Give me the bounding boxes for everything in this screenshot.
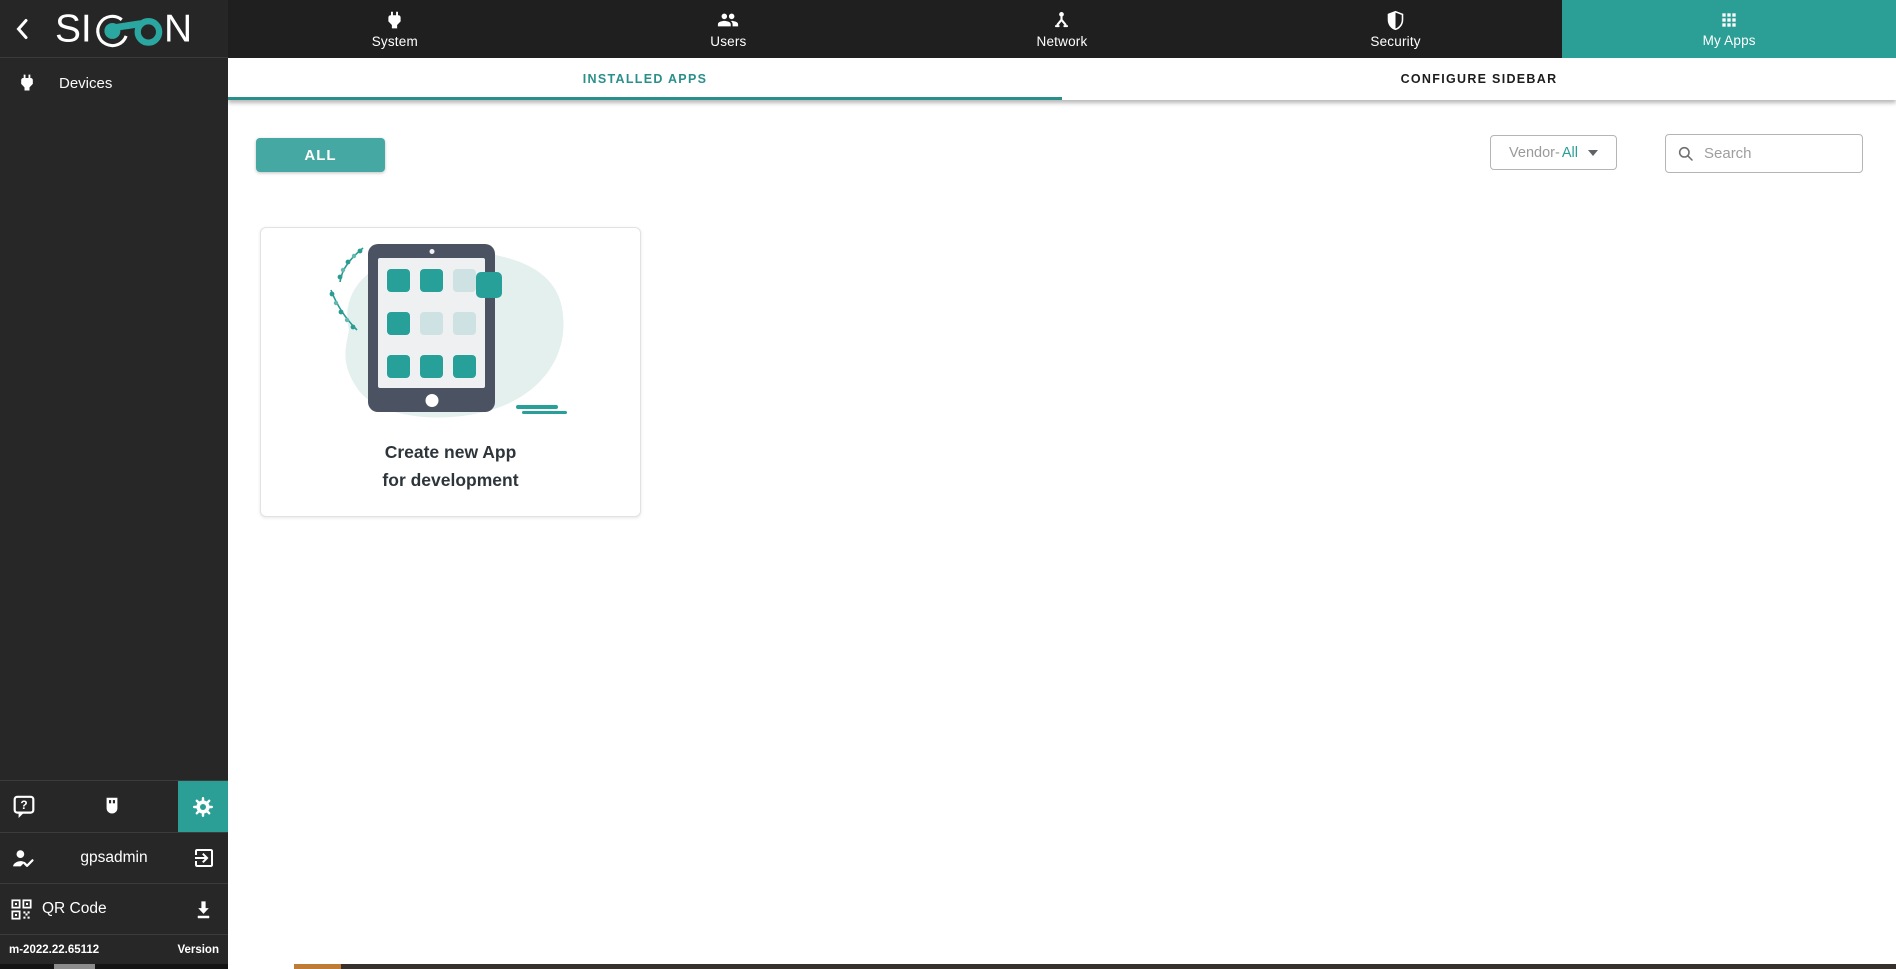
search-box — [1665, 134, 1863, 173]
vendor-prefix-label: Vendor- — [1509, 145, 1560, 161]
user-account-row: gpsadmin — [0, 832, 228, 883]
logo-area: SI N — [0, 0, 228, 58]
network-nodes-icon — [1051, 10, 1072, 31]
logo-ring — [138, 21, 159, 42]
tab-system[interactable]: System — [228, 0, 562, 58]
sicon-logo: SI N — [40, 7, 228, 51]
branch-decoration — [327, 246, 373, 342]
version-row: m-2022.22.65112 Version — [0, 934, 228, 964]
tab-security[interactable]: Security — [1229, 0, 1563, 58]
tablet-screen — [378, 258, 485, 388]
bottom-strip-dark — [341, 964, 1896, 969]
app-square — [453, 355, 476, 378]
sidebar: Devices ? — [0, 58, 228, 964]
tablet-camera-dot — [429, 249, 434, 254]
back-button[interactable] — [6, 10, 40, 48]
app-square — [387, 355, 410, 378]
app-square — [420, 355, 443, 378]
tab-configure-sidebar[interactable]: CONFIGURE SIDEBAR — [1062, 58, 1896, 100]
filter-all-button[interactable]: ALL — [256, 138, 385, 172]
usb-device-button[interactable] — [99, 794, 125, 820]
card-title-line2: for development — [261, 466, 640, 494]
settings-button[interactable] — [178, 781, 228, 833]
tab-installed-apps[interactable]: INSTALLED APPS — [228, 58, 1062, 100]
back-chevron-icon — [11, 16, 35, 42]
tab-label: Security — [1370, 34, 1420, 49]
app-square — [420, 269, 443, 292]
qr-code-icon — [9, 897, 34, 922]
sidebar-item-label: Devices — [59, 75, 112, 92]
tablet-home-button — [425, 394, 438, 407]
footer-icons-row: ? — [0, 780, 228, 832]
apps-grid-icon — [1719, 10, 1739, 30]
sidebar-scrollbar-track — [0, 964, 228, 969]
qr-code-row[interactable]: QR Code — [0, 883, 228, 934]
logout-icon[interactable] — [192, 846, 216, 870]
sidebar-footer: ? — [0, 780, 228, 964]
app-square — [420, 312, 443, 335]
card-title: Create new App for development — [261, 438, 640, 494]
app-square — [387, 312, 410, 335]
floating-app-square — [476, 272, 502, 298]
nav-tabs: System Users Network — [228, 0, 1896, 58]
bottom-strip-orange — [294, 964, 341, 969]
tab-label: Network — [1037, 34, 1088, 49]
sidebar-scrollbar-thumb[interactable] — [54, 964, 95, 969]
ground-line — [522, 411, 567, 414]
logo-text-left: SI — [55, 7, 92, 50]
gear-icon — [191, 795, 215, 819]
user-check-icon[interactable] — [11, 846, 36, 871]
subtab-bar: INSTALLED APPS CONFIGURE SIDEBAR — [228, 58, 1896, 100]
app-root: SI N System Users — [0, 0, 1896, 969]
tablet-frame — [368, 244, 495, 412]
top-navigation: SI N System Users — [0, 0, 1896, 58]
shield-icon — [1385, 10, 1406, 31]
logo-dot — [104, 22, 120, 38]
download-icon[interactable] — [192, 898, 215, 921]
version-label: Version — [177, 944, 219, 956]
card-title-line1: Create new App — [261, 438, 640, 466]
help-icon: ? — [11, 794, 37, 820]
version-value: m-2022.22.65112 — [9, 944, 99, 956]
usb-plug-icon — [99, 794, 125, 820]
search-icon — [1676, 144, 1696, 164]
logo-text-right: N — [164, 7, 192, 50]
people-icon — [717, 9, 739, 31]
vendor-selected-value: All — [1562, 145, 1578, 161]
sidebar-item-devices[interactable]: Devices — [0, 58, 228, 108]
tab-users[interactable]: Users — [562, 0, 896, 58]
chevron-down-icon — [1588, 150, 1598, 156]
ground-line — [516, 405, 558, 409]
app-square — [387, 269, 410, 292]
svg-text:?: ? — [20, 797, 27, 811]
tab-label: System — [372, 34, 418, 49]
tab-label: My Apps — [1703, 33, 1756, 48]
tab-network[interactable]: Network — [895, 0, 1229, 58]
qr-code-label: QR Code — [42, 900, 107, 918]
vendor-filter-dropdown[interactable]: Vendor- All — [1490, 135, 1617, 170]
plug-icon — [17, 73, 39, 93]
app-square — [453, 269, 476, 292]
tab-label: Users — [710, 34, 746, 49]
tab-my-apps[interactable]: My Apps — [1562, 0, 1896, 58]
create-app-card[interactable]: Create new App for development — [260, 227, 641, 517]
help-button[interactable]: ? — [11, 794, 37, 820]
app-square — [453, 312, 476, 335]
search-input[interactable] — [1704, 145, 1852, 162]
power-plug-icon — [384, 10, 405, 31]
